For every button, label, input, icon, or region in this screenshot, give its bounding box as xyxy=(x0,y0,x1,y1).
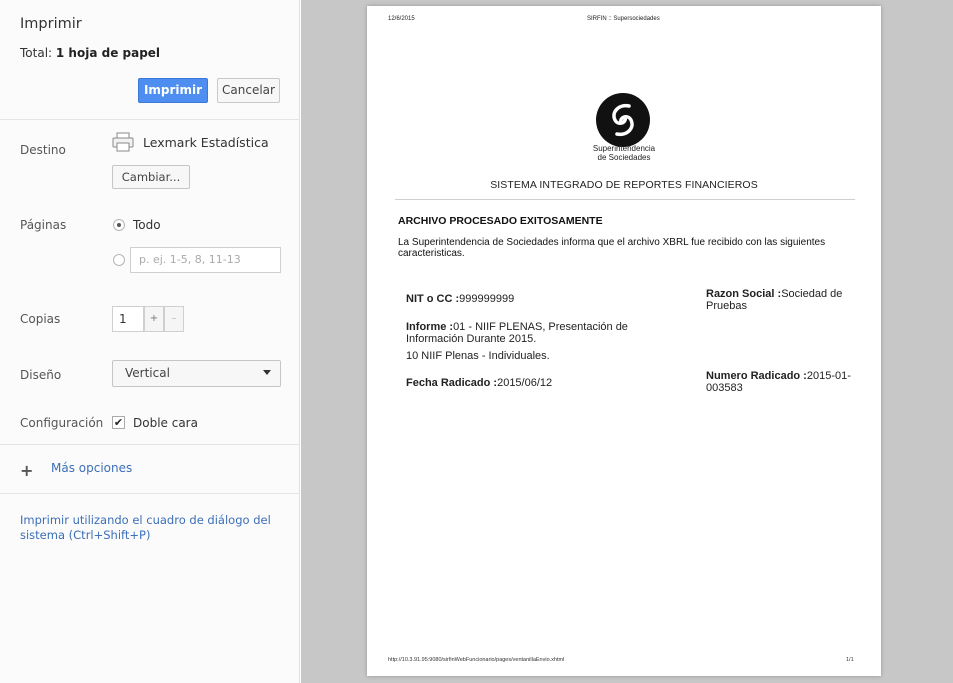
cancel-button[interactable]: Cancelar xyxy=(217,78,280,103)
more-options-link[interactable]: Más opciones xyxy=(51,461,132,475)
razon-label: Razon Social : xyxy=(706,288,782,300)
preview-page: 12/6/2015 SIRFIN :: Supersociedades Supe… xyxy=(367,6,881,676)
dialog-title: Imprimir xyxy=(20,16,82,32)
total-label: Total: xyxy=(20,46,53,60)
print-settings-sidebar: Imprimir Total: 1 hoja de papel Imprimir… xyxy=(0,0,300,683)
layout-select[interactable]: Vertical xyxy=(112,360,281,387)
numero-label: Numero Radicado : xyxy=(706,370,807,382)
status-heading: ARCHIVO PROCESADO EXITOSAMENTE xyxy=(398,215,603,227)
pages-range-radio[interactable] xyxy=(113,254,125,266)
fecha-label: Fecha Radicado : xyxy=(406,377,498,389)
page-header-title: SIRFIN :: Supersociedades xyxy=(587,16,660,22)
numero-radicado-field: Numero Radicado :2015-01-003583 xyxy=(706,370,866,394)
fecha-radicado-field: Fecha Radicado :2015/06/12 xyxy=(406,377,552,389)
total-sheets: Total: 1 hoja de papel xyxy=(20,46,160,60)
informe-label: Informe : xyxy=(406,321,454,333)
divider xyxy=(0,119,300,120)
destination-label: Destino xyxy=(20,143,66,157)
printer-name: Lexmark Estadística xyxy=(143,135,269,150)
informe-line-2: 10 NIIF Plenas - Individuales. xyxy=(406,350,550,362)
page-divider xyxy=(395,199,855,200)
fecha-value: 2015/06/12 xyxy=(497,377,553,389)
nit-label: NIT o CC : xyxy=(406,293,460,305)
layout-label: Diseño xyxy=(20,368,62,382)
copies-label: Copias xyxy=(20,312,61,326)
system-dialog-link[interactable]: Imprimir utilizando el cuadro de diálogo… xyxy=(20,513,280,543)
copies-input[interactable]: 1 xyxy=(112,306,144,332)
duplex-label: Doble cara xyxy=(133,416,198,430)
copies-increment-button[interactable]: + xyxy=(144,306,164,332)
system-title: SISTEMA INTEGRADO DE REPORTES FINANCIERO… xyxy=(490,179,758,191)
printer-icon xyxy=(112,132,134,152)
print-preview-area: 12/6/2015 SIRFIN :: Supersociedades Supe… xyxy=(301,0,953,683)
logo-text-line-1: Superintendencia xyxy=(592,144,656,153)
settings-label: Configuración xyxy=(20,416,104,430)
razon-social-field: Razon Social :Sociedad de Pruebas xyxy=(706,288,856,312)
nit-value: 999999999 xyxy=(459,293,515,305)
nit-field: NIT o CC :999999999 xyxy=(406,293,514,305)
info-text: La Superintendencia de Sociedades inform… xyxy=(398,237,826,259)
pages-all-label: Todo xyxy=(133,218,161,232)
copies-decrement-button[interactable]: – xyxy=(164,306,184,332)
pages-all-radio[interactable] xyxy=(113,219,125,231)
plus-icon[interactable]: + xyxy=(20,461,33,480)
total-value: 1 hoja de papel xyxy=(55,46,161,60)
page-footer-url: http://10.3.91.95:9080/sirfinWebFunciona… xyxy=(388,657,565,663)
page-header-date: 12/6/2015 xyxy=(388,16,415,22)
supersociedades-logo xyxy=(596,93,650,147)
divider xyxy=(0,444,300,445)
pages-label: Páginas xyxy=(20,218,67,232)
logo-caption: Superintendencia de Sociedades xyxy=(567,144,681,162)
informe-field: Informe :01 - NIIF PLENAS, Presentación … xyxy=(406,321,676,345)
chevron-down-icon xyxy=(263,370,271,375)
change-destination-button[interactable]: Cambiar... xyxy=(112,165,190,189)
pages-range-input[interactable]: p. ej. 1-5, 8, 11-13 xyxy=(130,247,281,273)
divider xyxy=(0,493,300,494)
page-number: 1/1 xyxy=(846,657,854,663)
logo-text-line-2: de Sociedades xyxy=(597,153,651,162)
duplex-checkbox[interactable]: ✔ xyxy=(112,416,125,429)
print-button[interactable]: Imprimir xyxy=(138,78,208,103)
